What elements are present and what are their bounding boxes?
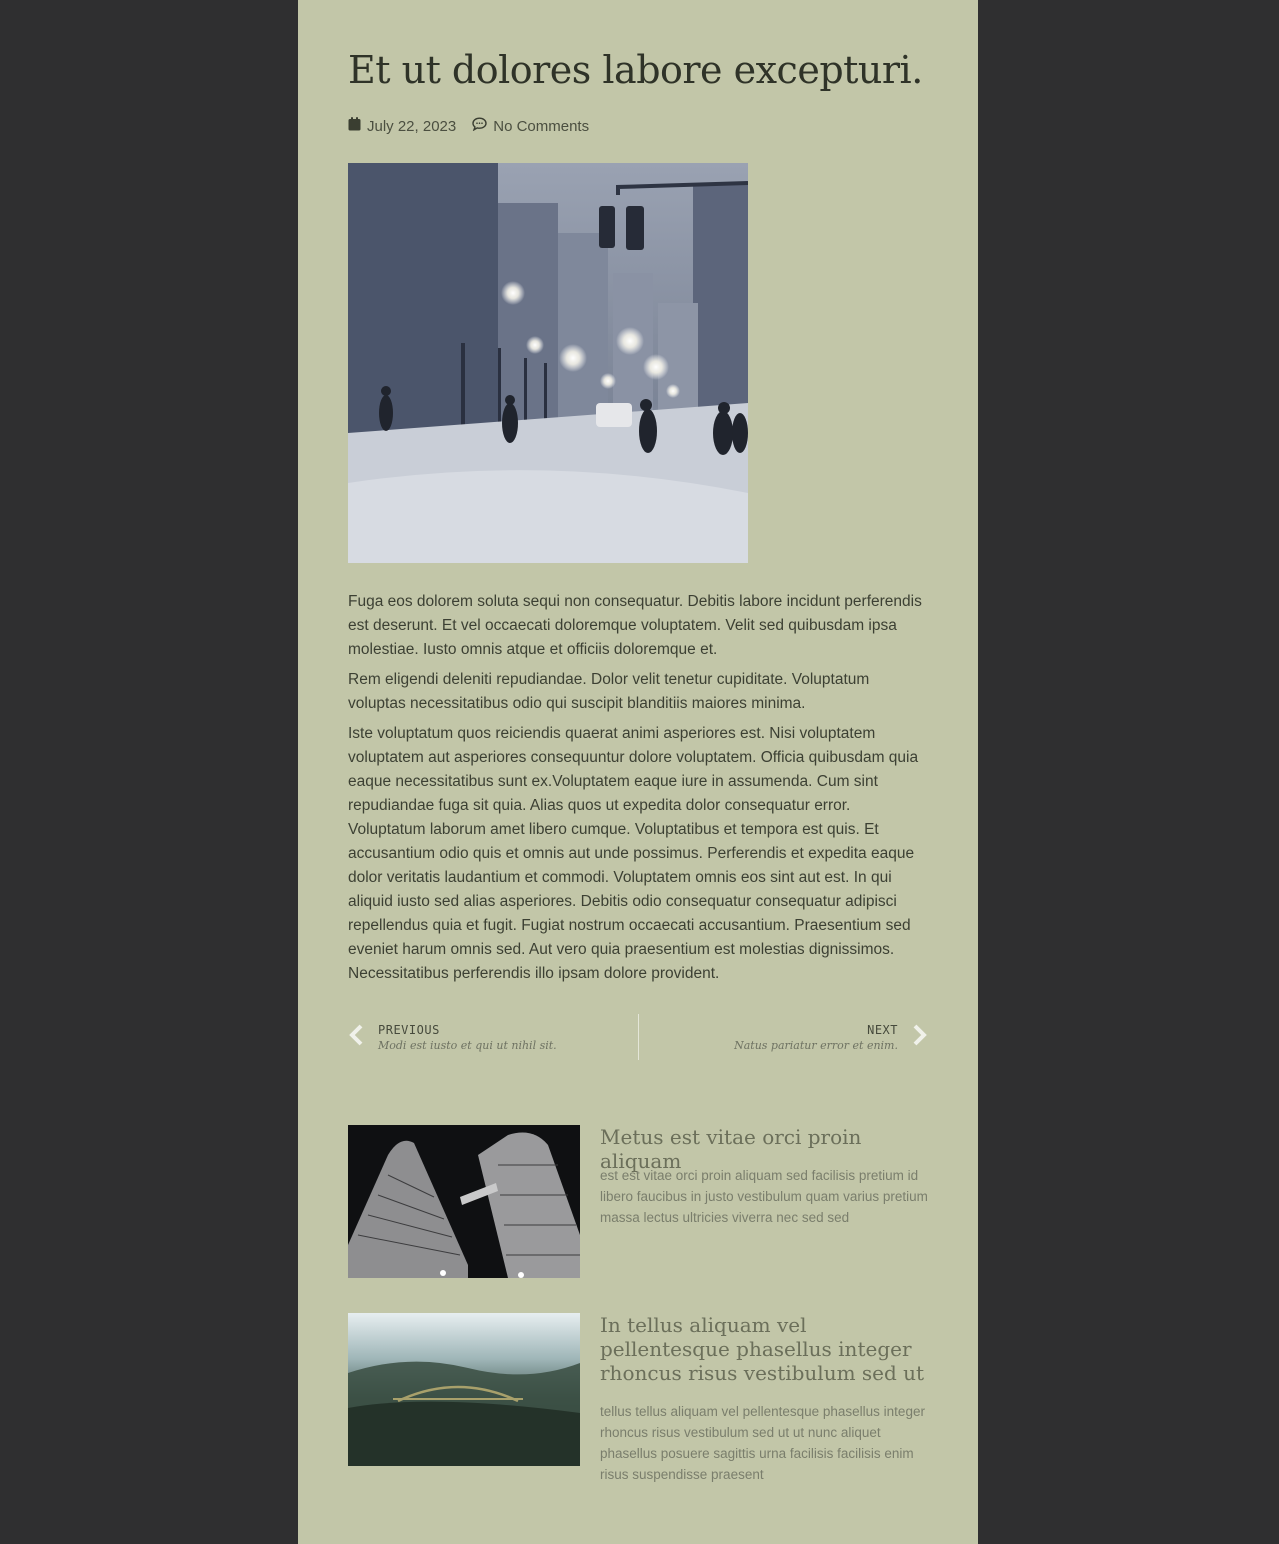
related-post-title[interactable]: In tellus aliquam vel pellentesque phase… bbox=[600, 1313, 930, 1385]
post-paragraph: Fuga eos dolorem soluta sequi non conseq… bbox=[348, 593, 922, 658]
previous-label: Previous bbox=[378, 1022, 440, 1037]
previous-post-link[interactable]: Previous Modi est iusto et qui ut nihil … bbox=[348, 1014, 557, 1060]
related-post-excerpt: tellus tellus aliquam vel pellentesque p… bbox=[600, 1404, 925, 1482]
featured-image-winter-street bbox=[348, 163, 748, 563]
calendar-icon bbox=[348, 117, 367, 135]
chevron-left-icon bbox=[348, 1024, 364, 1050]
post-paragraph: Rem eligendi deleniti repudiandae. Dolor… bbox=[348, 671, 870, 712]
related-post-excerpt: est est vitae orci proin aliquam sed fac… bbox=[600, 1168, 928, 1225]
related-post-thumbnail-forest-bridge[interactable] bbox=[348, 1313, 580, 1466]
next-label: Next bbox=[867, 1022, 898, 1037]
post-meta: July 22, 2023 No Comments bbox=[348, 115, 605, 137]
post-navigation: Previous Modi est iusto et qui ut nihil … bbox=[348, 1014, 928, 1060]
post-paragraph: Iste voluptatum quos reiciendis quaerat … bbox=[348, 725, 919, 982]
previous-post-title: Modi est iusto et qui ut nihil sit. bbox=[378, 1038, 557, 1052]
related-post-thumbnail-towers[interactable] bbox=[348, 1125, 580, 1278]
post-comments-link[interactable]: No Comments bbox=[472, 117, 589, 135]
post-title: Et ut dolores labore excepturi. bbox=[348, 48, 923, 92]
next-post-link[interactable]: Next Natus pariatur error et enim. bbox=[734, 1014, 928, 1060]
post-nav-divider bbox=[638, 1014, 639, 1060]
chevron-right-icon bbox=[912, 1024, 928, 1050]
post-date[interactable]: July 22, 2023 bbox=[348, 117, 456, 135]
next-post-title: Natus pariatur error et enim. bbox=[734, 1038, 898, 1052]
post-body: Fuga eos dolorem soluta sequi non conseq… bbox=[348, 590, 928, 992]
comment-bubble-icon bbox=[472, 117, 493, 135]
related-post: In tellus aliquam vel pellentesque phase… bbox=[348, 1313, 928, 1488]
related-post: Metus est vitae orci proin aliquam est e… bbox=[348, 1125, 928, 1285]
post-comments-text: No Comments bbox=[493, 117, 590, 135]
post-date-text: July 22, 2023 bbox=[367, 117, 457, 135]
page-content: Et ut dolores labore excepturi. July 22,… bbox=[298, 0, 978, 1544]
